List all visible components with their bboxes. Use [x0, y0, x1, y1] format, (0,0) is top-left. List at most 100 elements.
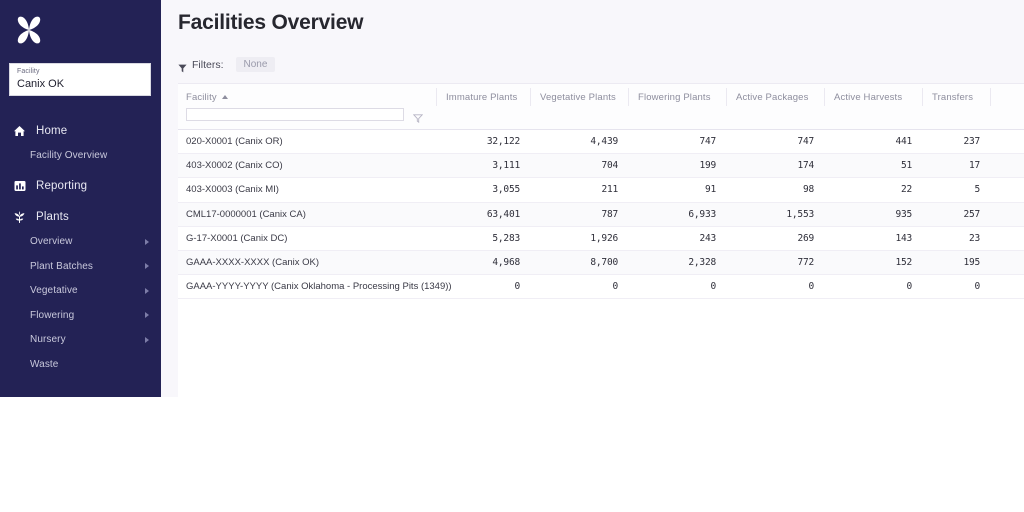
- chevron-right-icon: [145, 336, 149, 343]
- cell-flowering-plants: 243: [699, 232, 716, 244]
- sidebar-item-vegetative-label: Vegetative: [30, 285, 78, 297]
- cell-immature-plants: 4,968: [492, 256, 520, 268]
- table-row[interactable]: 403-X0003 (Canix MI) 3,055 211 91 98 22 …: [178, 178, 1024, 203]
- sidebar-item-plants[interactable]: Plants: [0, 205, 161, 230]
- sidebar-item-home-label: Home: [36, 124, 68, 137]
- sidebar-item-reporting-label: Reporting: [36, 180, 88, 192]
- column-header-transfers[interactable]: Transfers: [932, 92, 973, 103]
- cell-flowering-plants: 747: [699, 136, 716, 147]
- cell-facility: GAAA-XXXX-XXXX (Canix OK): [186, 256, 320, 268]
- sidebar-item-plants-label: Plants: [36, 211, 69, 223]
- cell-transfers: 17: [968, 160, 980, 172]
- funnel-icon[interactable]: [412, 110, 424, 124]
- column-header-immature-plants[interactable]: Immature Plants: [446, 92, 517, 103]
- cell-immature-plants: 3,111: [492, 160, 520, 172]
- sidebar-item-facility-overview[interactable]: Facility Overview: [0, 143, 161, 168]
- cell-immature-plants: 63,401: [486, 208, 520, 220]
- cell-active-packages: 747: [797, 136, 814, 147]
- sidebar-item-reporting[interactable]: Reporting: [0, 174, 161, 199]
- column-divider: [530, 88, 531, 106]
- funnel-icon: [178, 60, 187, 73]
- sort-ascending-icon: [221, 95, 228, 99]
- cell-facility: G-17-X0001 (Canix DC): [186, 232, 288, 244]
- cell-immature-plants: 3,055: [492, 184, 520, 196]
- facility-selector-value: Canix OK: [17, 78, 65, 90]
- table-row[interactable]: GAAA-YYYY-YYYY (Canix Oklahoma - Process…: [178, 275, 1024, 300]
- page-title: Facilities Overview: [178, 11, 364, 34]
- cell-facility: 403-X0002 (Canix CO): [186, 160, 283, 172]
- table-body: 020-X0001 (Canix OR) 32,122 4,439 747 74…: [178, 130, 1024, 300]
- cell-flowering-plants: 2,328: [688, 256, 716, 268]
- sidebar-item-flowering[interactable]: Flowering: [0, 303, 161, 328]
- sidebar-item-facility-overview-label: Facility Overview: [30, 149, 108, 161]
- sidebar-item-waste-label: Waste: [30, 358, 59, 370]
- facility-filter-row: [186, 108, 424, 124]
- sidebar-item-flowering-label: Flowering: [30, 309, 75, 321]
- cell-active-packages: 269: [797, 232, 814, 244]
- cell-active-packages: 772: [797, 256, 814, 268]
- table-row[interactable]: GAAA-XXXX-XXXX (Canix OK) 4,968 8,700 2,…: [178, 250, 1024, 276]
- filters-value-chip[interactable]: None: [235, 57, 276, 72]
- cell-vegetative-plants: 4,439: [590, 136, 618, 147]
- cell-transfers: 237: [963, 136, 980, 147]
- sidebar-item-overview-label: Overview: [30, 236, 73, 248]
- cell-facility: 020-X0001 (Canix OR): [186, 136, 283, 147]
- chevron-right-icon: [145, 263, 149, 270]
- reporting-icon: [12, 179, 27, 194]
- chevron-right-icon: [145, 287, 149, 294]
- sidebar-item-nursery[interactable]: Nursery: [0, 328, 161, 353]
- sidebar-item-plant-batches[interactable]: Plant Batches: [0, 254, 161, 279]
- application-window: Facility Canix OK Home Facility Overview…: [0, 0, 1024, 397]
- cell-facility: GAAA-YYYY-YYYY (Canix Oklahoma - Process…: [186, 281, 452, 293]
- facilities-table: Facility Immature Plants Vegetative Plan…: [178, 83, 1024, 397]
- cell-transfers: 5: [974, 184, 980, 196]
- filters-bar: Filters: None: [178, 57, 276, 73]
- column-header-active-packages[interactable]: Active Packages: [736, 92, 808, 103]
- cell-flowering-plants: 6,933: [688, 208, 716, 220]
- sidebar-item-vegetative[interactable]: Vegetative: [0, 279, 161, 304]
- table-row[interactable]: 403-X0002 (Canix CO) 3,111 704 199 174 5…: [178, 154, 1024, 179]
- cell-immature-plants: 5,283: [492, 232, 520, 244]
- cell-flowering-plants: 199: [699, 160, 716, 172]
- sidebar-item-overview[interactable]: Overview: [0, 230, 161, 255]
- cell-flowering-plants: 0: [710, 281, 716, 293]
- table-row[interactable]: CML17-0000001 (Canix CA) 63,401 787 6,93…: [178, 202, 1024, 227]
- column-divider: [922, 88, 923, 106]
- cell-active-packages: 1,553: [786, 208, 814, 220]
- sidebar: Facility Canix OK Home Facility Overview…: [0, 0, 161, 397]
- column-header-facility-label: Facility: [186, 92, 217, 103]
- sidebar-item-home[interactable]: Home: [0, 118, 161, 143]
- cell-transfers: 195: [963, 256, 980, 268]
- home-icon: [12, 123, 27, 138]
- cell-transfers: 0: [974, 281, 980, 293]
- column-header-vegetative-plants[interactable]: Vegetative Plants: [540, 92, 616, 103]
- table-row[interactable]: 020-X0001 (Canix OR) 32,122 4,439 747 74…: [178, 130, 1024, 155]
- column-divider: [726, 88, 727, 106]
- cell-vegetative-plants: 8,700: [590, 256, 618, 268]
- sidebar-nav: Home Facility Overview Reporting Plants: [0, 118, 161, 377]
- chevron-right-icon: [145, 312, 149, 319]
- cell-vegetative-plants: 0: [612, 281, 618, 293]
- sidebar-item-nursery-label: Nursery: [30, 334, 66, 346]
- cell-immature-plants: 32,122: [486, 136, 520, 147]
- facility-search-input[interactable]: [186, 108, 404, 121]
- facility-selector[interactable]: Facility Canix OK: [9, 63, 151, 96]
- sidebar-item-waste[interactable]: Waste: [0, 352, 161, 377]
- column-header-flowering-plants[interactable]: Flowering Plants: [638, 92, 711, 103]
- table-row[interactable]: G-17-X0001 (Canix DC) 5,283 1,926 243 26…: [178, 227, 1024, 251]
- cell-vegetative-plants: 787: [601, 208, 618, 220]
- canix-butterfly-logo-icon[interactable]: [10, 11, 48, 49]
- column-header-facility[interactable]: Facility: [186, 92, 228, 103]
- cell-active-packages: 98: [802, 184, 814, 196]
- column-divider: [436, 88, 437, 106]
- column-divider: [824, 88, 825, 106]
- cell-facility: 403-X0003 (Canix MI): [186, 184, 279, 196]
- facility-selector-label: Facility: [17, 68, 40, 75]
- cell-vegetative-plants: 211: [601, 184, 618, 196]
- column-header-active-harvests[interactable]: Active Harvests: [834, 92, 902, 103]
- cell-flowering-plants: 91: [704, 184, 716, 196]
- filters-label: Filters:: [192, 58, 224, 71]
- cell-transfers: 23: [968, 232, 980, 244]
- cell-transfers: 257: [963, 208, 980, 220]
- column-divider: [628, 88, 629, 106]
